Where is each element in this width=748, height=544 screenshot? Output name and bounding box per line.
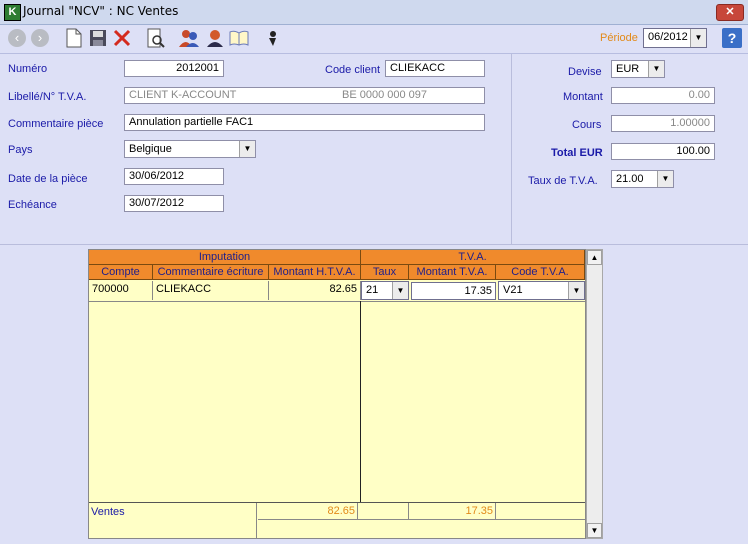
open-book-icon (229, 30, 249, 46)
footer-label: Ventes (91, 506, 125, 518)
delete-x-icon (113, 29, 131, 47)
column-header-montant-htva[interactable]: Montant H.T.V.A. (269, 265, 361, 280)
code-client-input[interactable]: CLIEKACC (385, 60, 485, 77)
cell-compte[interactable]: 700000 (89, 281, 153, 300)
close-button[interactable]: ✕ (716, 4, 744, 21)
cell-taux-select[interactable]: 21 ▼ (361, 281, 409, 300)
panel-divider (511, 54, 512, 244)
scroll-up-icon[interactable]: ▲ (587, 250, 602, 265)
cell-taux: 21 (366, 284, 379, 296)
cell-montant-tva[interactable]: 17.35 (411, 282, 496, 300)
chevron-down-icon[interactable]: ▼ (392, 282, 408, 299)
periode-select[interactable]: 06/2012 ▼ (643, 28, 707, 48)
table-scrollbar[interactable]: ▲ ▼ (586, 249, 603, 539)
numero-label: Numéro (8, 63, 48, 75)
pays-select[interactable]: Belgique ▼ (124, 140, 256, 158)
figure-icon (269, 31, 276, 46)
devise-select[interactable]: EUR ▼ (611, 60, 665, 78)
preview-button[interactable] (145, 27, 167, 49)
header-group-tva: T.V.A. (361, 250, 585, 265)
code-client-label: Code client (325, 64, 381, 76)
footer-total-tva: 17.35 (409, 503, 496, 520)
echeance-input[interactable]: 30/07/2012 (124, 195, 224, 212)
commentaire-label: Commentaire pièce (8, 118, 104, 130)
header-group-imputation: Imputation (89, 250, 361, 265)
column-header-taux[interactable]: Taux (361, 265, 409, 280)
total-label: Total EUR (551, 147, 603, 159)
forward-arrow-icon: › (31, 29, 49, 47)
periode-value: 06/2012 (648, 31, 688, 43)
user-button[interactable] (204, 27, 226, 49)
user-icon (207, 30, 223, 47)
forward-button[interactable]: › (29, 27, 51, 49)
footer-label-cell: Ventes (89, 503, 257, 538)
footer-total-htva: 82.65 (258, 503, 358, 520)
users-icon (179, 30, 199, 47)
commentaire-input[interactable]: Annulation partielle FAC1 (124, 114, 485, 131)
libelle-input: CLIENT K-ACCOUNT BE 0000 000 097 (124, 87, 485, 104)
clients-button[interactable] (178, 27, 200, 49)
save-button[interactable] (87, 27, 109, 49)
table-row[interactable]: 700000 CLIEKACC 82.65 21 ▼ 17.35 V21 ▼ (89, 281, 585, 302)
libelle-label: Libellé/N° T.V.A. (8, 91, 87, 103)
delete-button[interactable] (111, 27, 133, 49)
cours-input: 1.00000 (611, 115, 715, 132)
chevron-down-icon[interactable]: ▼ (648, 61, 664, 77)
cell-montant-htva[interactable]: 82.65 (269, 281, 361, 300)
group-separator (360, 301, 361, 502)
echeance-label: Echéance (8, 199, 57, 211)
date-input[interactable]: 30/06/2012 (124, 168, 224, 185)
footer-empty-cell (358, 503, 409, 520)
tva-number-value: BE 0000 000 097 (342, 89, 428, 101)
column-header-montant-tva[interactable]: Montant T.V.A. (409, 265, 496, 280)
scroll-down-icon[interactable]: ▼ (587, 523, 602, 538)
column-header-commentaire[interactable]: Commentaire écriture (153, 265, 269, 280)
section-divider (0, 244, 748, 245)
pays-value: Belgique (129, 143, 172, 155)
pays-label: Pays (8, 144, 33, 156)
footer-empty-cell (496, 503, 585, 520)
cours-label: Cours (572, 119, 602, 131)
montant-label: Montant (563, 91, 603, 103)
chevron-down-icon[interactable]: ▼ (239, 141, 255, 157)
devise-label: Devise (568, 66, 602, 78)
cell-code-tva-select[interactable]: V21 ▼ (498, 281, 585, 300)
taux-label: Taux de T.V.A. (528, 175, 598, 187)
chevron-down-icon[interactable]: ▼ (657, 171, 673, 187)
numero-input[interactable]: 2012001 (124, 60, 224, 77)
new-document-icon (66, 28, 82, 48)
devise-value: EUR (616, 63, 640, 75)
periode-label: Période (600, 32, 638, 44)
taux-select[interactable]: 21.00 ▼ (611, 170, 674, 188)
print-preview-icon (147, 28, 165, 48)
cell-code-tva: V21 (503, 284, 523, 296)
cell-commentaire[interactable]: CLIEKACC (153, 281, 269, 300)
help-button[interactable]: ? (722, 28, 742, 48)
taux-value: 21.00 (616, 173, 644, 185)
chevron-down-icon[interactable]: ▼ (568, 282, 584, 299)
book-button[interactable] (228, 27, 250, 49)
column-header-code-tva[interactable]: Code T.V.A. (496, 265, 585, 280)
date-label: Date de la pièce (8, 173, 88, 185)
column-header-compte[interactable]: Compte (89, 265, 153, 280)
new-document-button[interactable] (63, 27, 85, 49)
window-title: Journal "NCV" : NC Ventes (23, 4, 179, 18)
total-input[interactable]: 100.00 (611, 143, 715, 160)
chevron-down-icon[interactable]: ▼ (690, 29, 706, 47)
floppy-disk-icon (90, 30, 106, 46)
app-logo-icon: K (4, 4, 21, 21)
back-button[interactable]: ‹ (6, 27, 28, 49)
libelle-value: CLIENT K-ACCOUNT (129, 89, 237, 101)
back-arrow-icon: ‹ (8, 29, 26, 47)
settings-button[interactable] (261, 27, 283, 49)
montant-input: 0.00 (611, 87, 715, 104)
